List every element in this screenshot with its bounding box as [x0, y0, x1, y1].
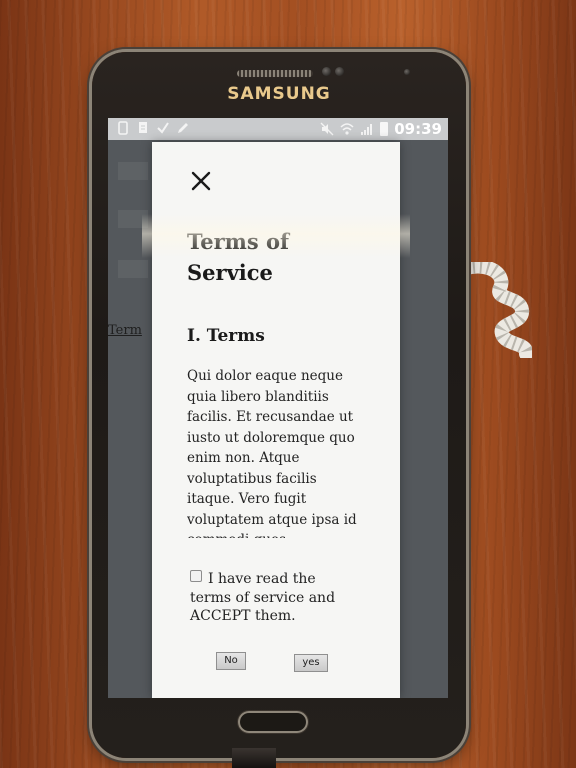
notification-led	[404, 69, 410, 75]
modal-title: Terms of Service	[187, 229, 290, 285]
accept-checkbox[interactable]	[190, 570, 202, 582]
earpiece-speaker	[237, 70, 313, 77]
wifi-icon	[340, 123, 354, 135]
no-button[interactable]: No	[216, 652, 246, 670]
terms-body-text[interactable]: Qui dolor eaque neque quia libero blandi…	[187, 366, 357, 538]
phone-icon	[118, 121, 128, 135]
signal-icon	[361, 124, 373, 135]
system-icons: 09:39	[320, 120, 442, 138]
background-terms-link[interactable]: Term	[108, 323, 144, 341]
pencil-icon	[178, 123, 188, 133]
section-heading: I. Terms	[187, 326, 265, 346]
terms-modal: Terms of Service I. Terms Qui dolor eaqu…	[142, 142, 410, 698]
status-bar: 09:39	[108, 118, 448, 140]
checklist-icon	[157, 122, 169, 134]
front-camera	[322, 67, 331, 76]
mute-icon	[320, 122, 334, 136]
yes-button[interactable]: yes	[294, 654, 328, 672]
proximity-sensor	[335, 67, 344, 76]
background-text-line	[118, 260, 148, 278]
home-button[interactable]	[238, 711, 308, 733]
charging-cable	[462, 262, 532, 358]
close-icon[interactable]	[188, 168, 214, 194]
document-icon	[139, 122, 147, 133]
phone-device: SAMSUNG 09:39 Term Terms of Service I. T…	[92, 52, 466, 758]
background-text-line	[118, 210, 148, 228]
accept-label: I have read the terms of service and ACC…	[190, 571, 336, 624]
status-clock: 09:39	[394, 120, 442, 138]
phone-screen: 09:39 Term Terms of Service I. Terms Qui…	[108, 118, 448, 698]
accept-terms-row[interactable]: I have read the terms of service and ACC…	[190, 570, 350, 626]
battery-icon	[380, 122, 389, 136]
background-terms-link-text: Term	[108, 323, 142, 338]
notification-icons	[116, 121, 190, 135]
background-text-line	[118, 162, 148, 180]
usb-plug	[232, 748, 276, 768]
brand-logo: SAMSUNG	[227, 84, 331, 104]
